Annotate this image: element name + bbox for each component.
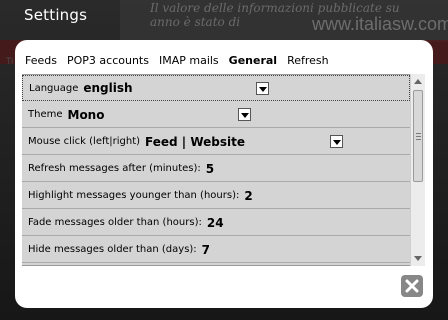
theme-value[interactable]: Mono [68, 108, 105, 122]
language-label: Language [29, 82, 79, 94]
theme-label: Theme [28, 109, 63, 120]
setting-row-hide: Hide messages older than (days): 7 [22, 237, 410, 263]
tab-bar: Feeds POP3 accounts IMAP mails General R… [25, 54, 329, 67]
scroll-grip-line [416, 136, 421, 137]
settings-list: Language english Theme Mono Mouse click … [22, 74, 410, 266]
setting-row-highlight: Highlight messages younger than (hours):… [22, 183, 410, 209]
tab-pop3-accounts[interactable]: POP3 accounts [67, 54, 149, 67]
hide-value[interactable]: 7 [202, 243, 210, 257]
tab-imap-mails[interactable]: IMAP mails [159, 54, 219, 67]
settings-panel: Feeds POP3 accounts IMAP mails General R… [15, 40, 433, 308]
setting-row-mouse-click: Mouse click (left|right) Feed | Website [22, 129, 410, 155]
highlight-label: Highlight messages younger than (hours): [28, 190, 240, 201]
scroll-grip-line [416, 133, 421, 134]
setting-row-fade: Fade messages older than (hours): 24 [22, 210, 410, 236]
fade-value[interactable]: 24 [207, 216, 224, 230]
scroll-up-icon[interactable] [414, 79, 422, 84]
close-icon [405, 279, 419, 293]
fade-label: Fade messages older than (hours): [28, 217, 202, 228]
tab-general[interactable]: General [229, 54, 277, 67]
close-button[interactable] [401, 275, 423, 297]
tab-refresh[interactable]: Refresh [287, 54, 329, 67]
settings-scrollbar[interactable] [410, 74, 425, 266]
scroll-down-icon[interactable] [414, 256, 422, 261]
hide-label: Hide messages older than (days): [28, 244, 197, 255]
scroll-thumb[interactable] [413, 90, 423, 182]
window-title: Settings [24, 6, 88, 24]
background-text-line-1: Il valore delle informazioni pubblicate … [150, 1, 400, 15]
tab-feeds[interactable]: Feeds [25, 54, 57, 67]
scroll-grip-line [416, 139, 421, 140]
setting-row-refresh: Refresh messages after (minutes): 5 [22, 156, 410, 182]
highlight-value[interactable]: 2 [244, 189, 252, 203]
setting-row-theme: Theme Mono [22, 102, 410, 128]
mouse-click-dropdown-icon[interactable] [330, 135, 343, 148]
background-brand: www.italiasw.com [312, 14, 448, 34]
background-text-line-2: anno è stato di [150, 15, 241, 29]
mouse-click-label: Mouse click (left|right) [28, 136, 141, 147]
language-value[interactable]: english [83, 81, 132, 95]
mouse-click-value[interactable]: Feed | Website [145, 135, 245, 149]
refresh-label: Refresh messages after (minutes): [28, 163, 201, 174]
refresh-value[interactable]: 5 [206, 162, 214, 176]
theme-dropdown-icon[interactable] [238, 108, 251, 121]
language-dropdown-icon[interactable] [256, 82, 269, 95]
setting-row-language: Language english [22, 75, 410, 101]
background-tiny-text: Ti [6, 56, 14, 66]
